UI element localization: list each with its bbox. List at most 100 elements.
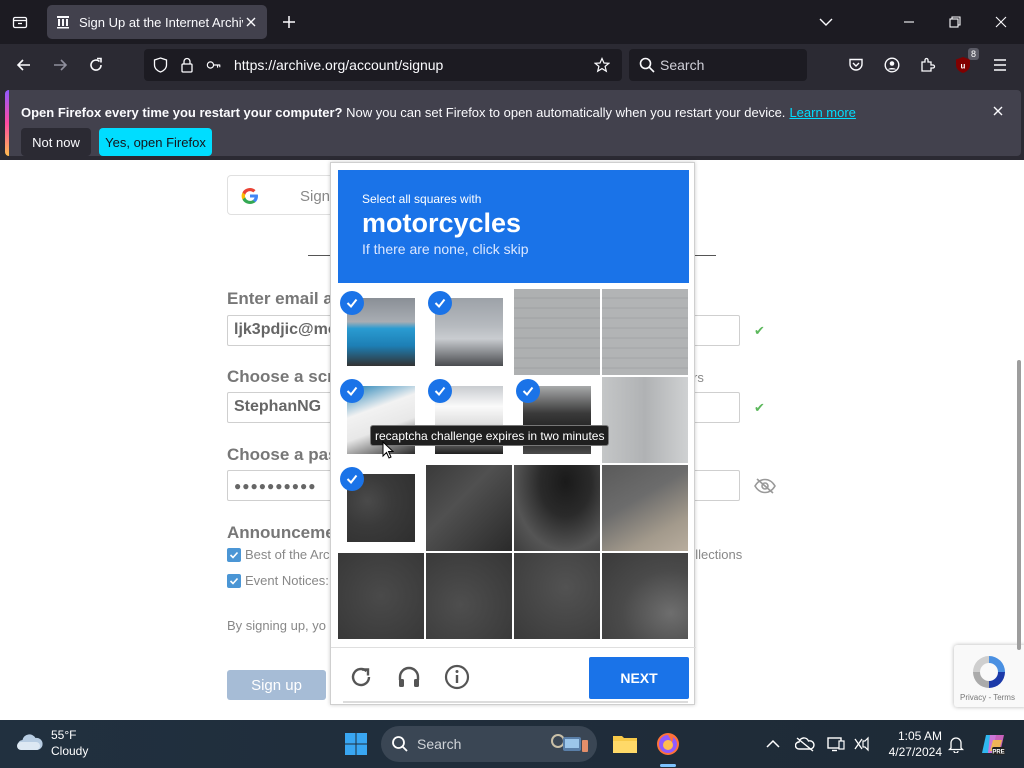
account-icon[interactable] [880, 53, 904, 77]
checkmark-icon [428, 379, 452, 403]
password-label: Choose a pas [227, 445, 338, 464]
google-icon [240, 186, 260, 212]
weather-temperature[interactable]: 55°F [51, 728, 76, 742]
captcha-instruction: Select all squares with [362, 192, 482, 206]
captcha-tile[interactable] [602, 377, 688, 463]
url-bar[interactable]: https://archive.org/account/signup [144, 49, 622, 81]
extension-badge: 8 [967, 48, 979, 60]
checkmark-icon [340, 467, 364, 491]
best-of-archive-label: Best of the Arc [245, 547, 330, 562]
ublock-origin-icon[interactable]: u 8 [951, 48, 979, 77]
page-scrollbar[interactable] [1017, 360, 1021, 650]
network-volume-icon[interactable] [852, 734, 872, 754]
captcha-tile[interactable] [514, 465, 600, 551]
bookmark-star-icon[interactable] [594, 57, 610, 73]
event-notices-checkbox[interactable] [227, 574, 241, 588]
captcha-tile[interactable] [514, 553, 600, 639]
learn-more-link[interactable]: Learn more [789, 105, 855, 120]
info-icon[interactable] [443, 663, 471, 691]
lock-icon[interactable] [179, 57, 195, 73]
checkmark-icon [340, 291, 364, 315]
audio-challenge-icon[interactable] [395, 663, 423, 691]
svg-text:PRE: PRE [992, 750, 1004, 756]
firefox-taskbar-icon[interactable] [652, 728, 684, 760]
recaptcha-badge[interactable]: Privacy - Terms [954, 645, 1024, 707]
search-icon [639, 57, 655, 73]
search-highlight-icon [549, 731, 591, 762]
onedrive-offline-icon[interactable] [795, 734, 815, 754]
copilot-icon[interactable]: PRE [980, 731, 1006, 757]
email-label: Enter email ad [227, 289, 344, 308]
signup-button[interactable]: Sign up [227, 670, 326, 700]
captcha-tile[interactable] [426, 553, 512, 639]
active-app-indicator [660, 764, 676, 767]
captcha-tile[interactable] [426, 465, 512, 551]
taskbar-search-label: Search [417, 736, 462, 752]
eye-slash-icon[interactable] [753, 478, 777, 494]
notification-box: Open Firefox every time you restart your… [5, 90, 1021, 156]
nav-bar: https://archive.org/account/signup Searc… [0, 44, 1024, 86]
captcha-tile[interactable] [338, 553, 424, 639]
forward-arrow-icon[interactable] [48, 53, 72, 77]
notification-bar: Open Firefox every time you restart your… [0, 86, 1024, 160]
tab-list-icon[interactable] [8, 10, 32, 34]
file-explorer-icon[interactable] [609, 728, 641, 760]
captcha-target: motorcycles [362, 208, 522, 238]
reload-icon[interactable] [84, 53, 108, 77]
shield-icon[interactable] [152, 57, 168, 73]
recaptcha-terms-text[interactable]: Privacy - Terms [960, 693, 1015, 702]
reload-challenge-icon[interactable] [347, 663, 375, 691]
captcha-bottom-bar [343, 701, 688, 703]
notification-bold-text: Open Firefox every time you restart your… [21, 105, 343, 120]
key-icon[interactable] [206, 57, 222, 73]
captcha-footer-divider [331, 647, 696, 648]
notification-bell-icon[interactable] [946, 734, 966, 754]
close-notification-icon[interactable] [990, 103, 1006, 119]
notification-text: Now you can set Firefox to open automati… [342, 105, 786, 120]
terms-text: By signing up, yo [227, 618, 327, 633]
mouse-cursor-icon [382, 440, 395, 464]
display-icon[interactable] [826, 734, 846, 754]
tab-active[interactable]: Sign Up at the Internet Archive [47, 5, 267, 39]
captcha-tile[interactable] [338, 465, 424, 551]
close-window-icon[interactable] [989, 10, 1013, 34]
svg-text:u: u [961, 62, 966, 71]
screenname-valid-check-icon: ✔ [754, 400, 765, 415]
hamburger-menu-icon[interactable] [988, 53, 1012, 77]
captcha-tile[interactable] [602, 465, 688, 551]
system-clock[interactable]: 1:05 AM 4/27/2024 [880, 728, 942, 760]
close-tab-icon[interactable] [243, 14, 259, 30]
back-arrow-icon[interactable] [12, 53, 36, 77]
new-tab-icon[interactable] [278, 11, 300, 33]
captcha-tile[interactable] [338, 289, 424, 375]
chevron-down-icon[interactable] [814, 10, 838, 34]
captcha-tile[interactable] [602, 553, 688, 639]
captcha-tile[interactable] [426, 289, 512, 375]
tab-title: Sign Up at the Internet Archive [79, 14, 243, 30]
cloudy-weather-icon[interactable] [16, 731, 44, 758]
captcha-tile[interactable] [602, 289, 688, 375]
next-button[interactable]: NEXT [589, 657, 689, 699]
search-bar[interactable]: Search [629, 49, 807, 81]
windows-start-icon[interactable] [344, 732, 368, 756]
tab-bar: Sign Up at the Internet Archive [0, 0, 1024, 44]
captcha-tile[interactable] [426, 377, 512, 463]
checkmark-icon [340, 379, 364, 403]
restore-icon[interactable] [943, 10, 967, 34]
minimize-icon[interactable] [897, 10, 921, 34]
captcha-grid [338, 289, 690, 641]
pocket-icon[interactable] [844, 53, 868, 77]
best-of-archive-checkbox[interactable] [227, 548, 241, 562]
notification-accent [5, 90, 9, 156]
yes-open-firefox-button[interactable]: Yes, open Firefox [99, 128, 212, 156]
chevron-up-icon[interactable] [763, 734, 783, 754]
captcha-tile[interactable] [514, 289, 600, 375]
captcha-tile[interactable] [514, 377, 600, 463]
not-now-button[interactable]: Not now [21, 128, 91, 156]
extensions-icon[interactable] [916, 53, 940, 77]
checkmark-icon [428, 291, 452, 315]
taskbar-search-box[interactable]: Search [381, 726, 597, 762]
captcha-tile[interactable] [338, 377, 424, 463]
divider-right [695, 255, 716, 256]
weather-condition[interactable]: Cloudy [51, 744, 88, 758]
